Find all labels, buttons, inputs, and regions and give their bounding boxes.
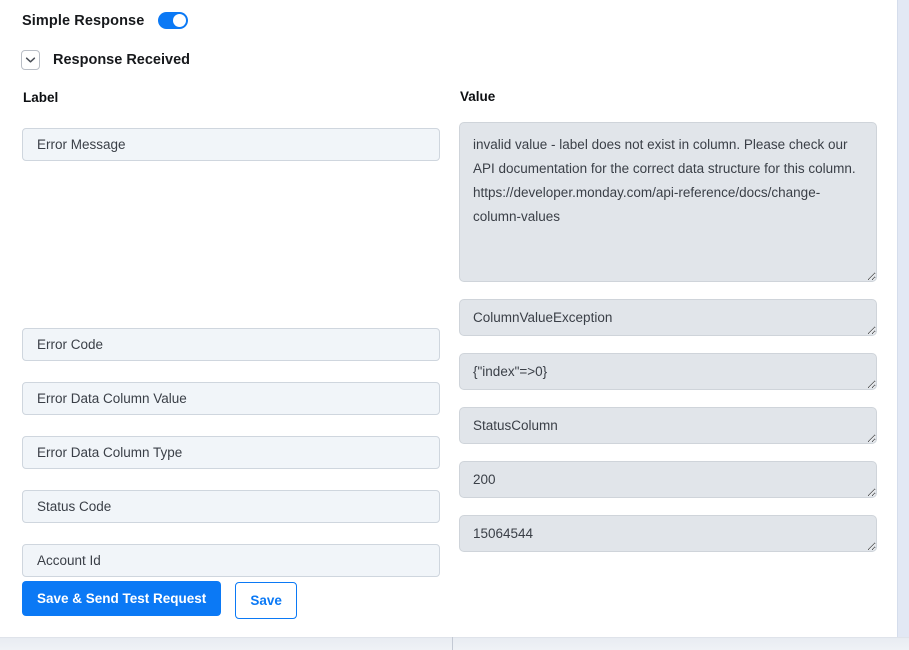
- response-received-section-header[interactable]: Response Received: [21, 50, 190, 70]
- label-input-error-message[interactable]: [22, 128, 440, 161]
- value-textarea-error-message[interactable]: [459, 122, 877, 282]
- value-textarea-error-data-column-value[interactable]: [459, 353, 877, 390]
- response-mapping-panel: Simple Response Response Received Label …: [0, 0, 909, 650]
- label-input-error-data-column-value[interactable]: [22, 382, 440, 415]
- label-input-error-code[interactable]: [22, 328, 440, 361]
- label-column: [22, 128, 440, 577]
- value-column-header: Value: [460, 89, 496, 104]
- bottom-panel-strip: [0, 637, 909, 650]
- chevron-down-icon[interactable]: [21, 50, 40, 70]
- label-column-header: Label: [23, 90, 59, 105]
- toggle-on-icon: [173, 14, 187, 27]
- section-title: Response Received: [53, 52, 191, 68]
- value-textarea-account-id[interactable]: [459, 515, 877, 552]
- label-input-account-id[interactable]: [22, 544, 440, 577]
- panel-right-edge: [897, 0, 909, 637]
- value-textarea-status-code[interactable]: [459, 461, 877, 498]
- label-input-status-code[interactable]: [22, 490, 440, 523]
- value-column: [459, 122, 877, 552]
- value-textarea-error-data-column-type[interactable]: [459, 407, 877, 444]
- label-input-error-data-column-type[interactable]: [22, 436, 440, 469]
- simple-response-toggle[interactable]: [158, 12, 189, 29]
- action-button-row: Save & Send Test Request Save: [22, 581, 297, 619]
- save-button[interactable]: Save: [235, 582, 297, 619]
- simple-response-label: Simple Response: [22, 12, 145, 29]
- value-textarea-error-code[interactable]: [459, 299, 877, 336]
- bottom-panel-divider: [452, 637, 453, 650]
- simple-response-row: Simple Response: [22, 12, 189, 29]
- save-and-send-test-request-button[interactable]: Save & Send Test Request: [22, 581, 222, 616]
